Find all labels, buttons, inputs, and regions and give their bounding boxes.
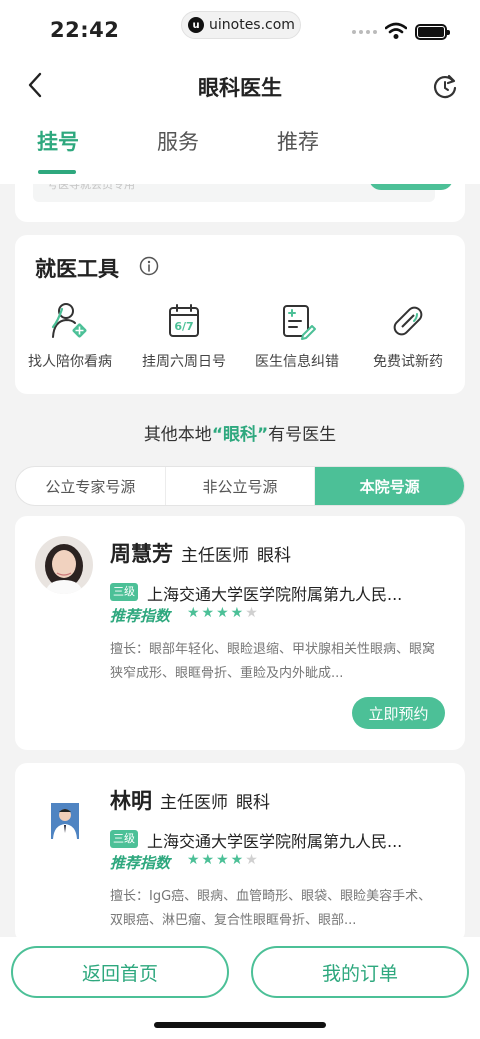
signal-icon — [352, 30, 377, 34]
local-title-prefix: 其他本地 — [143, 425, 212, 445]
wifi-icon — [385, 22, 407, 39]
calendar-icon-text: 6/7 — [174, 320, 193, 333]
segment-public-expert[interactable]: 公立专家号源 — [16, 467, 166, 505]
pill-icon — [393, 306, 423, 336]
local-title-highlight: “眼科” — [211, 425, 269, 445]
segment-private[interactable]: 非公立号源 — [166, 467, 316, 505]
previous-card: 号医导就会员专用 — [15, 184, 465, 222]
recommend-label: 推荐指数 — [110, 854, 171, 872]
doctor-avatar — [35, 536, 93, 594]
tool-label: 挂周六周日号 — [142, 354, 226, 370]
hospital-level-badge: 三级 — [110, 583, 138, 601]
tool-trial[interactable]: 免费试新药 — [348, 301, 468, 371]
battery-icon — [415, 24, 450, 40]
recommend-label: 推荐指数 — [110, 607, 171, 625]
doctor-name-text: 林明 — [110, 789, 152, 813]
tool-companion[interactable]: 找人陪你看病 — [10, 301, 130, 371]
companion-icon — [51, 303, 87, 338]
tool-weekend[interactable]: 6/7 挂周六周日号 — [124, 301, 244, 371]
book-now-button[interactable]: 立即预约 — [352, 697, 445, 729]
doctor-specialty: 擅长：IgG癌、眼病、血管畸形、眼袋、眼睑美容手术、双眼癌、淋巴瘤、复合性眼眶骨… — [110, 889, 432, 928]
tool-label: 找人陪你看病 — [28, 354, 112, 370]
tool-label: 免费试新药 — [373, 354, 443, 370]
doctor-title: 主任医师 — [160, 793, 228, 813]
url-pill[interactable]: u uinotes.com — [181, 11, 301, 39]
info-icon[interactable] — [139, 256, 159, 276]
status-bar: 22:42 u uinotes.com — [0, 0, 480, 60]
tab-service[interactable]: 服务 — [157, 126, 199, 156]
tab-recommend[interactable]: 推荐 — [277, 126, 319, 156]
hospital-name: 上海交通大学医学院附属第九人民... — [147, 585, 403, 604]
doctor-name-text: 周慧芳 — [110, 542, 173, 566]
tab-register[interactable]: 挂号 — [37, 126, 79, 156]
segment-this-hospital[interactable]: 本院号源 — [315, 467, 464, 505]
url-text: uinotes.com — [209, 17, 295, 33]
rating-stars: ★★★★★ — [187, 852, 260, 868]
medical-tools-card: 就医工具 找人陪你看病 6/7 挂周六周日号 医生信息纠错 免费试新药 — [15, 235, 465, 394]
doctor-avatar — [51, 803, 79, 839]
status-time: 22:42 — [50, 18, 120, 42]
tool-correction[interactable]: 医生信息纠错 — [237, 301, 357, 371]
refresh-icon[interactable] — [431, 73, 459, 101]
nav-header: 眼科医生 挂号 服务 推荐 — [0, 60, 480, 184]
edit-document-icon — [283, 305, 316, 340]
local-doctors-title: 其他本地“眼科”有号医生 — [0, 420, 480, 445]
hospital-name: 上海交通大学医学院附属第九人民... — [147, 832, 403, 851]
hospital-level-badge: 三级 — [110, 830, 138, 848]
doctor-card[interactable]: 林明 主任医师 眼科 三级 上海交通大学医学院附属第九人民... 推荐指数 ★★★★… — [15, 763, 465, 943]
doctor-specialty: 擅长：眼部年轻化、眼睑退缩、甲状腺相关性眼病、眼窝狭窄成形、眼眶骨折、重睑及内外… — [110, 642, 436, 681]
doctor-name: 林明 主任医师 眼科 — [110, 785, 270, 815]
page-title: 眼科医生 — [198, 76, 282, 100]
doctor-card[interactable]: 周慧芳 主任医师 眼科 三级 上海交通大学医学院附属第九人民... 推荐指数 ★★★… — [15, 516, 465, 750]
local-title-suffix: 有号医生 — [268, 425, 337, 445]
doctor-name: 周慧芳 主任医师 眼科 — [110, 538, 291, 568]
previous-card-text: 号医导就会员专用 — [47, 184, 135, 191]
tab-bar: 挂号 服务 推荐 — [0, 126, 480, 174]
doctor-dept: 眼科 — [236, 793, 270, 813]
tool-label: 医生信息纠错 — [255, 354, 339, 370]
bottom-action-bar: 返回首页 我的订单 — [0, 937, 480, 1039]
previous-card-button[interactable] — [369, 184, 453, 190]
site-logo-icon: u — [188, 17, 204, 33]
doctor-dept: 眼科 — [257, 546, 291, 566]
home-button[interactable]: 返回首页 — [11, 946, 229, 998]
rating-stars: ★★★★★ — [187, 605, 260, 621]
tab-underline — [38, 170, 76, 174]
calendar-icon: 6/7 — [169, 304, 199, 337]
doctor-title: 主任医师 — [181, 546, 249, 566]
tools-title: 就医工具 — [35, 257, 119, 281]
source-segment-control: 公立专家号源 非公立号源 本院号源 — [15, 466, 465, 506]
home-indicator — [154, 1022, 326, 1028]
my-orders-button[interactable]: 我的订单 — [251, 946, 469, 998]
